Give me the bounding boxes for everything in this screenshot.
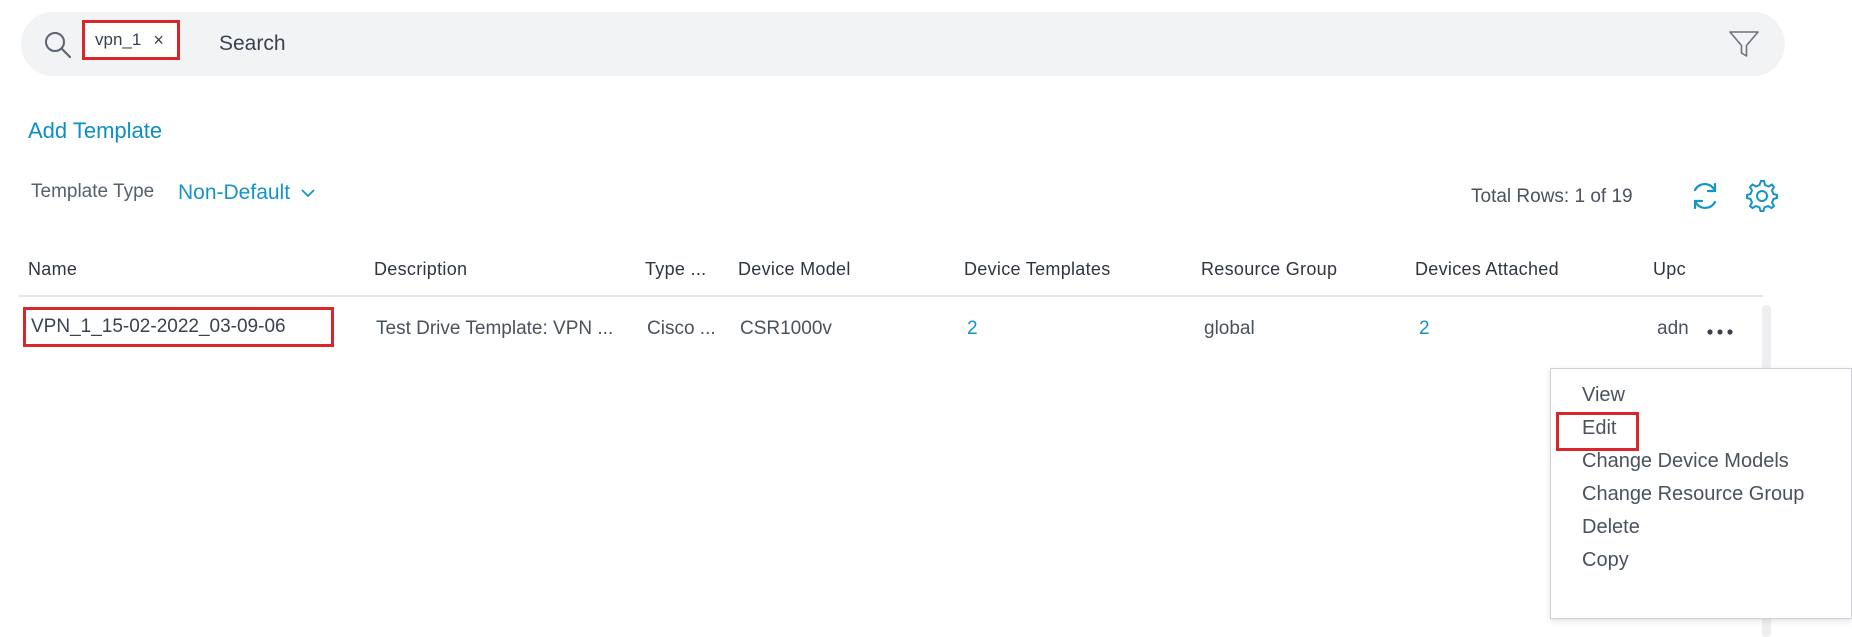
device-model-cell: CSR1000v: [740, 318, 832, 339]
search-icon: [45, 32, 72, 59]
column-header-device-model[interactable]: Device Model: [738, 259, 851, 280]
description-cell: Test Drive Template: VPN ...: [376, 318, 614, 339]
column-header-device-templates[interactable]: Device Templates: [964, 259, 1111, 280]
search-input[interactable]: [217, 26, 1421, 62]
menu-item-delete[interactable]: Delete: [1582, 516, 1640, 539]
total-rows-count: Total Rows: 1 of 19: [1471, 186, 1633, 207]
filter-icon[interactable]: [1727, 27, 1761, 61]
chip-label: vpn_1: [95, 30, 142, 49]
chevron-down-icon: [301, 189, 315, 198]
device-templates-link[interactable]: 2: [967, 318, 978, 340]
devices-attached-link[interactable]: 2: [1419, 318, 1430, 340]
type-cell: Cisco ...: [647, 318, 716, 339]
row-actions-menu: View Edit Change Device Models Change Re…: [1550, 368, 1852, 619]
menu-item-change-device-models[interactable]: Change Device Models: [1582, 450, 1789, 473]
add-template-link[interactable]: Add Template: [28, 118, 162, 144]
column-header-resource-group[interactable]: Resource Group: [1201, 259, 1337, 280]
search-bar[interactable]: vpn_1 ×: [21, 12, 1785, 76]
column-header-devices-attached[interactable]: Devices Attached: [1415, 259, 1559, 280]
column-header-type[interactable]: Type ...: [645, 259, 706, 280]
header-fade: [1696, 255, 1772, 295]
template-type-dropdown[interactable]: Non-Default: [178, 181, 316, 205]
updated-by-cell: adn: [1657, 318, 1689, 339]
menu-item-copy[interactable]: Copy: [1582, 549, 1629, 572]
menu-item-change-resource-group[interactable]: Change Resource Group: [1582, 483, 1804, 506]
resource-group-cell: global: [1204, 318, 1255, 339]
template-type-label: Template Type: [31, 181, 155, 202]
template-name-cell[interactable]: VPN_1_15-02-2022_03-09-06: [23, 307, 334, 347]
column-header-description[interactable]: Description: [374, 259, 467, 280]
menu-item-view[interactable]: View: [1582, 384, 1625, 407]
menu-item-edit[interactable]: Edit: [1582, 417, 1616, 440]
column-header-updated-by[interactable]: Upc: [1653, 259, 1686, 280]
refresh-icon[interactable]: [1688, 179, 1722, 213]
template-type-value: Non-Default: [178, 181, 291, 204]
search-filter-chip[interactable]: vpn_1 ×: [82, 20, 180, 60]
gear-icon[interactable]: [1745, 179, 1779, 213]
more-options-icon[interactable]: [1705, 320, 1735, 344]
column-header-name[interactable]: Name: [28, 259, 77, 280]
header-divider: [19, 295, 1763, 297]
chip-close-icon[interactable]: ×: [153, 30, 164, 51]
